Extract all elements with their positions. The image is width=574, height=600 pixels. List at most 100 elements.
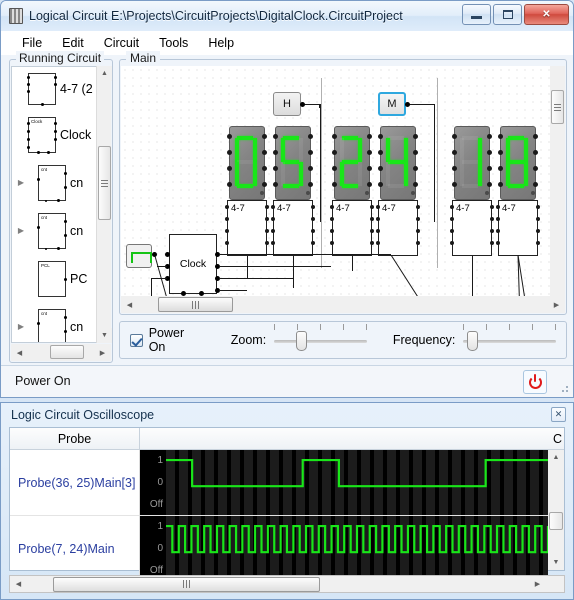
decoder-4-7[interactable]: 4-7 bbox=[376, 200, 420, 256]
tree-item-label: Clock bbox=[60, 128, 92, 142]
seven-segment-display[interactable] bbox=[376, 126, 420, 200]
symbol-text: cnt bbox=[41, 311, 48, 316]
scroll-right-icon[interactable]: ▶ bbox=[94, 344, 111, 361]
application-root: Logical Circuit E:\Projects\CircuitProje… bbox=[0, 0, 574, 600]
probe-row[interactable]: Probe(36, 25)Main[3] 1 0 Off bbox=[10, 450, 548, 516]
oscilloscope-header: Probe C bbox=[10, 428, 564, 450]
seven-segment-display[interactable] bbox=[450, 126, 494, 200]
scroll-left-icon[interactable]: ◀ bbox=[10, 576, 27, 593]
oscilloscope-vertical-scrollbar[interactable]: ▲ ▼ bbox=[548, 450, 564, 570]
oscilloscope-hscroll-track[interactable] bbox=[27, 576, 564, 593]
tree-vscroll-thumb[interactable] bbox=[98, 146, 111, 220]
canvas-hscroll-thumb[interactable] bbox=[158, 297, 233, 312]
main-window: Logical Circuit E:\Projects\CircuitProje… bbox=[0, 0, 574, 398]
canvas-hscroll-track[interactable] bbox=[138, 296, 548, 313]
y-label-1: 1 bbox=[157, 455, 163, 467]
oscilloscope-title-bar: Logic Circuit Oscilloscope ✕ bbox=[1, 403, 573, 427]
square-wave-probe-icon[interactable] bbox=[126, 244, 152, 268]
component-symbol: cnt bbox=[37, 309, 67, 342]
decoder-4-7[interactable]: 4-7 bbox=[271, 200, 315, 256]
chevron-right-icon[interactable]: ▶ bbox=[14, 323, 28, 331]
chevron-right-icon[interactable]: ▶ bbox=[14, 227, 28, 235]
running-circuit-label: Running Circuit bbox=[16, 51, 105, 65]
zoom-slider-track[interactable] bbox=[274, 340, 367, 343]
seven-segment-display[interactable] bbox=[225, 126, 269, 200]
menu-circuit[interactable]: Circuit bbox=[95, 33, 148, 53]
status-bar: Power On bbox=[1, 365, 573, 397]
scroll-up-icon[interactable]: ▲ bbox=[97, 66, 112, 81]
frequency-label: Frequency: bbox=[392, 333, 456, 347]
y-label-off: Off bbox=[149, 498, 163, 510]
oscilloscope-vscroll-thumb[interactable] bbox=[549, 512, 563, 530]
scroll-down-icon[interactable]: ▼ bbox=[548, 555, 564, 570]
oscilloscope-horizontal-scrollbar[interactable]: ◀ ▶ bbox=[9, 575, 565, 593]
main-canvas-panel: Main H M 4-7 4-7 4-7 4-7 4-7 4-7 Clock ◀… bbox=[119, 51, 567, 315]
oscilloscope-hscroll-thumb[interactable] bbox=[53, 576, 320, 592]
probe-waveform-chart[interactable]: 1 0 Off bbox=[140, 516, 548, 581]
menu-help[interactable]: Help bbox=[199, 33, 243, 53]
button-h[interactable]: H bbox=[273, 92, 301, 116]
oscilloscope-body: Probe C Probe(36, 25)Main[3] 1 0 Off Pro… bbox=[9, 427, 565, 582]
decoder-4-7[interactable]: 4-7 bbox=[450, 200, 494, 256]
column-header-probe[interactable]: Probe bbox=[10, 428, 140, 449]
frequency-slider-thumb[interactable] bbox=[467, 331, 479, 351]
scroll-left-icon[interactable]: ◀ bbox=[121, 296, 138, 313]
zoom-slider-thumb[interactable] bbox=[296, 331, 308, 351]
canvas-vertical-scrollbar[interactable] bbox=[550, 66, 565, 296]
tree-vertical-scrollbar[interactable]: ▲ ▼ bbox=[96, 66, 112, 343]
power-on-checkbox[interactable]: Power On bbox=[130, 326, 203, 354]
button-m[interactable]: M bbox=[378, 92, 406, 116]
probe-row[interactable]: Probe(7, 24)Main 1 0 Off bbox=[10, 516, 548, 582]
circuit-canvas[interactable]: H M 4-7 4-7 4-7 4-7 4-7 4-7 Clock bbox=[121, 66, 565, 313]
decoder-4-7[interactable]: 4-7 bbox=[496, 200, 540, 256]
menu-file[interactable]: File bbox=[13, 33, 51, 53]
maximize-button[interactable] bbox=[493, 4, 522, 25]
scroll-right-icon[interactable]: ▶ bbox=[548, 296, 565, 313]
menu-edit[interactable]: Edit bbox=[53, 33, 93, 53]
resize-grip[interactable] bbox=[558, 382, 570, 394]
symbol-text: cnt bbox=[41, 215, 48, 220]
scroll-right-icon[interactable]: ▶ bbox=[529, 576, 546, 593]
component-symbol: PCL bbox=[38, 261, 67, 297]
frequency-slider[interactable] bbox=[463, 324, 556, 351]
tree-horizontal-scrollbar[interactable]: ◀ ▶ bbox=[11, 344, 111, 361]
tree-item-label: cn bbox=[70, 224, 84, 238]
chart-y-axis: 1 0 Off bbox=[140, 450, 166, 515]
scroll-up-icon[interactable]: ▲ bbox=[548, 450, 564, 465]
canvas-vscroll-thumb[interactable] bbox=[551, 90, 564, 124]
minimize-button[interactable] bbox=[462, 4, 491, 25]
probe-label: Probe(36, 25)Main[3] bbox=[10, 450, 140, 515]
y-label-off: Off bbox=[149, 564, 163, 576]
oscilloscope-title: Logic Circuit Oscilloscope bbox=[11, 408, 155, 422]
chevron-right-icon[interactable]: ▶ bbox=[14, 179, 28, 187]
scroll-down-icon[interactable]: ▼ bbox=[97, 328, 112, 343]
tree-hscroll-thumb[interactable] bbox=[50, 345, 84, 359]
decoder-label: 4-7 bbox=[336, 203, 350, 214]
symbol-text: PCL bbox=[41, 263, 50, 268]
checkbox-checked-icon[interactable] bbox=[130, 333, 143, 347]
power-button[interactable] bbox=[523, 370, 547, 394]
oscilloscope-close-button[interactable]: ✕ bbox=[551, 407, 566, 422]
tree-item-label: PC bbox=[70, 272, 88, 286]
seven-segment-display[interactable] bbox=[330, 126, 374, 200]
close-button[interactable]: ✕ bbox=[524, 4, 569, 25]
scroll-left-icon[interactable]: ◀ bbox=[11, 344, 28, 361]
seven-segment-display[interactable] bbox=[271, 126, 315, 200]
window-title: Logical Circuit E:\Projects\CircuitProje… bbox=[29, 9, 403, 23]
canvas-horizontal-scrollbar[interactable]: ◀ ▶ bbox=[121, 296, 565, 313]
decoder-label: 4-7 bbox=[231, 203, 245, 214]
symbol-text: cnt bbox=[41, 167, 48, 172]
oscilloscope-window: Logic Circuit Oscilloscope ✕ Probe C Pro… bbox=[0, 402, 574, 600]
zoom-slider[interactable] bbox=[274, 324, 367, 351]
seven-segment-display[interactable] bbox=[496, 126, 540, 200]
decoder-4-7[interactable]: 4-7 bbox=[330, 200, 374, 256]
menu-tools[interactable]: Tools bbox=[150, 33, 197, 53]
zoom-slider-ticks bbox=[274, 324, 367, 330]
tree-hscroll-track[interactable] bbox=[28, 344, 94, 361]
decoder-4-7[interactable]: 4-7 bbox=[225, 200, 269, 256]
waveform-trace-slow bbox=[166, 450, 548, 515]
column-header-chart[interactable]: C bbox=[140, 428, 564, 449]
chart-y-axis: 1 0 Off bbox=[140, 516, 166, 581]
probe-waveform-chart[interactable]: 1 0 Off bbox=[140, 450, 548, 515]
component-symbol: cnt bbox=[37, 165, 67, 202]
